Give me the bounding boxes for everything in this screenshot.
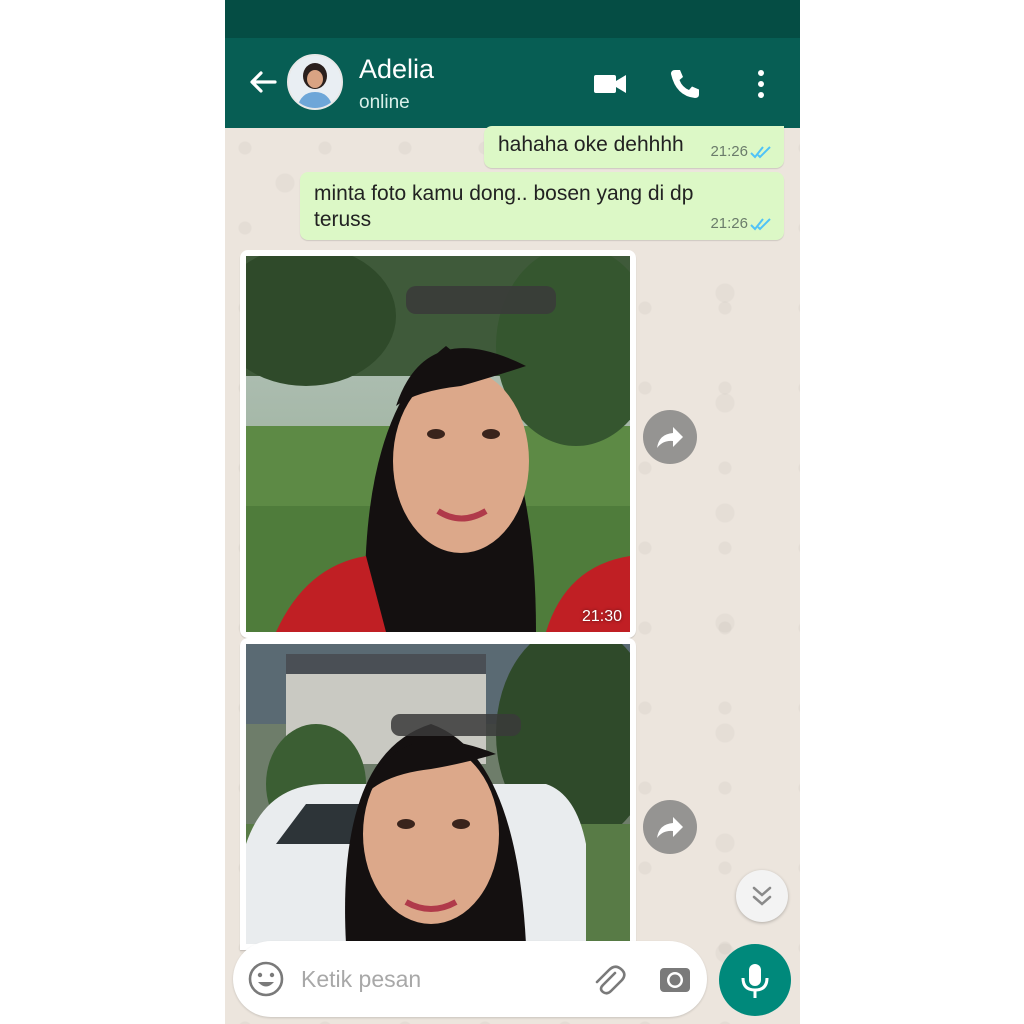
camera-icon[interactable] xyxy=(657,961,693,997)
contact-name[interactable]: Adelia xyxy=(359,54,434,85)
read-ticks-icon xyxy=(750,218,771,231)
message-text: minta foto kamu dong.. bosen yang di dp … xyxy=(314,182,694,231)
avatar[interactable] xyxy=(287,54,343,110)
message-composer[interactable]: Ketik pesan xyxy=(233,941,707,1017)
mic-button[interactable] xyxy=(719,944,791,1016)
mic-icon xyxy=(741,964,769,998)
phone-icon[interactable] xyxy=(665,64,705,104)
phone-screen: Adelia online hahaha oke dehhhh 21:26 mi… xyxy=(225,0,800,1024)
message-time: 21:26 xyxy=(710,143,748,160)
message-bubble-outgoing[interactable]: hahaha oke dehhhh 21:26 xyxy=(484,126,784,168)
message-time: 21:26 xyxy=(710,215,748,232)
photo-image[interactable] xyxy=(246,624,656,944)
message-input[interactable]: Ketik pesan xyxy=(301,966,421,993)
video-call-icon[interactable] xyxy=(591,64,631,104)
forward-icon[interactable] xyxy=(643,800,697,854)
more-vert-icon[interactable] xyxy=(741,64,781,104)
chat-header: Adelia online xyxy=(225,38,800,128)
contact-status: online xyxy=(359,92,410,113)
chevron-double-down-icon[interactable] xyxy=(736,870,788,922)
message-bubble-outgoing[interactable]: minta foto kamu dong.. bosen yang di dp … xyxy=(300,172,784,240)
read-ticks-icon xyxy=(750,146,771,159)
image-message-incoming[interactable] xyxy=(240,624,656,950)
forward-icon[interactable] xyxy=(643,410,697,464)
emoji-icon[interactable] xyxy=(247,960,285,998)
image-message-incoming[interactable]: 21:30 xyxy=(225,246,656,638)
status-bar xyxy=(225,0,800,38)
back-arrow-icon[interactable] xyxy=(243,62,283,102)
attach-icon[interactable] xyxy=(591,961,627,997)
message-text: hahaha oke dehhhh xyxy=(498,133,684,156)
message-time: 21:30 xyxy=(581,608,622,625)
photo-image[interactable] xyxy=(225,246,656,632)
